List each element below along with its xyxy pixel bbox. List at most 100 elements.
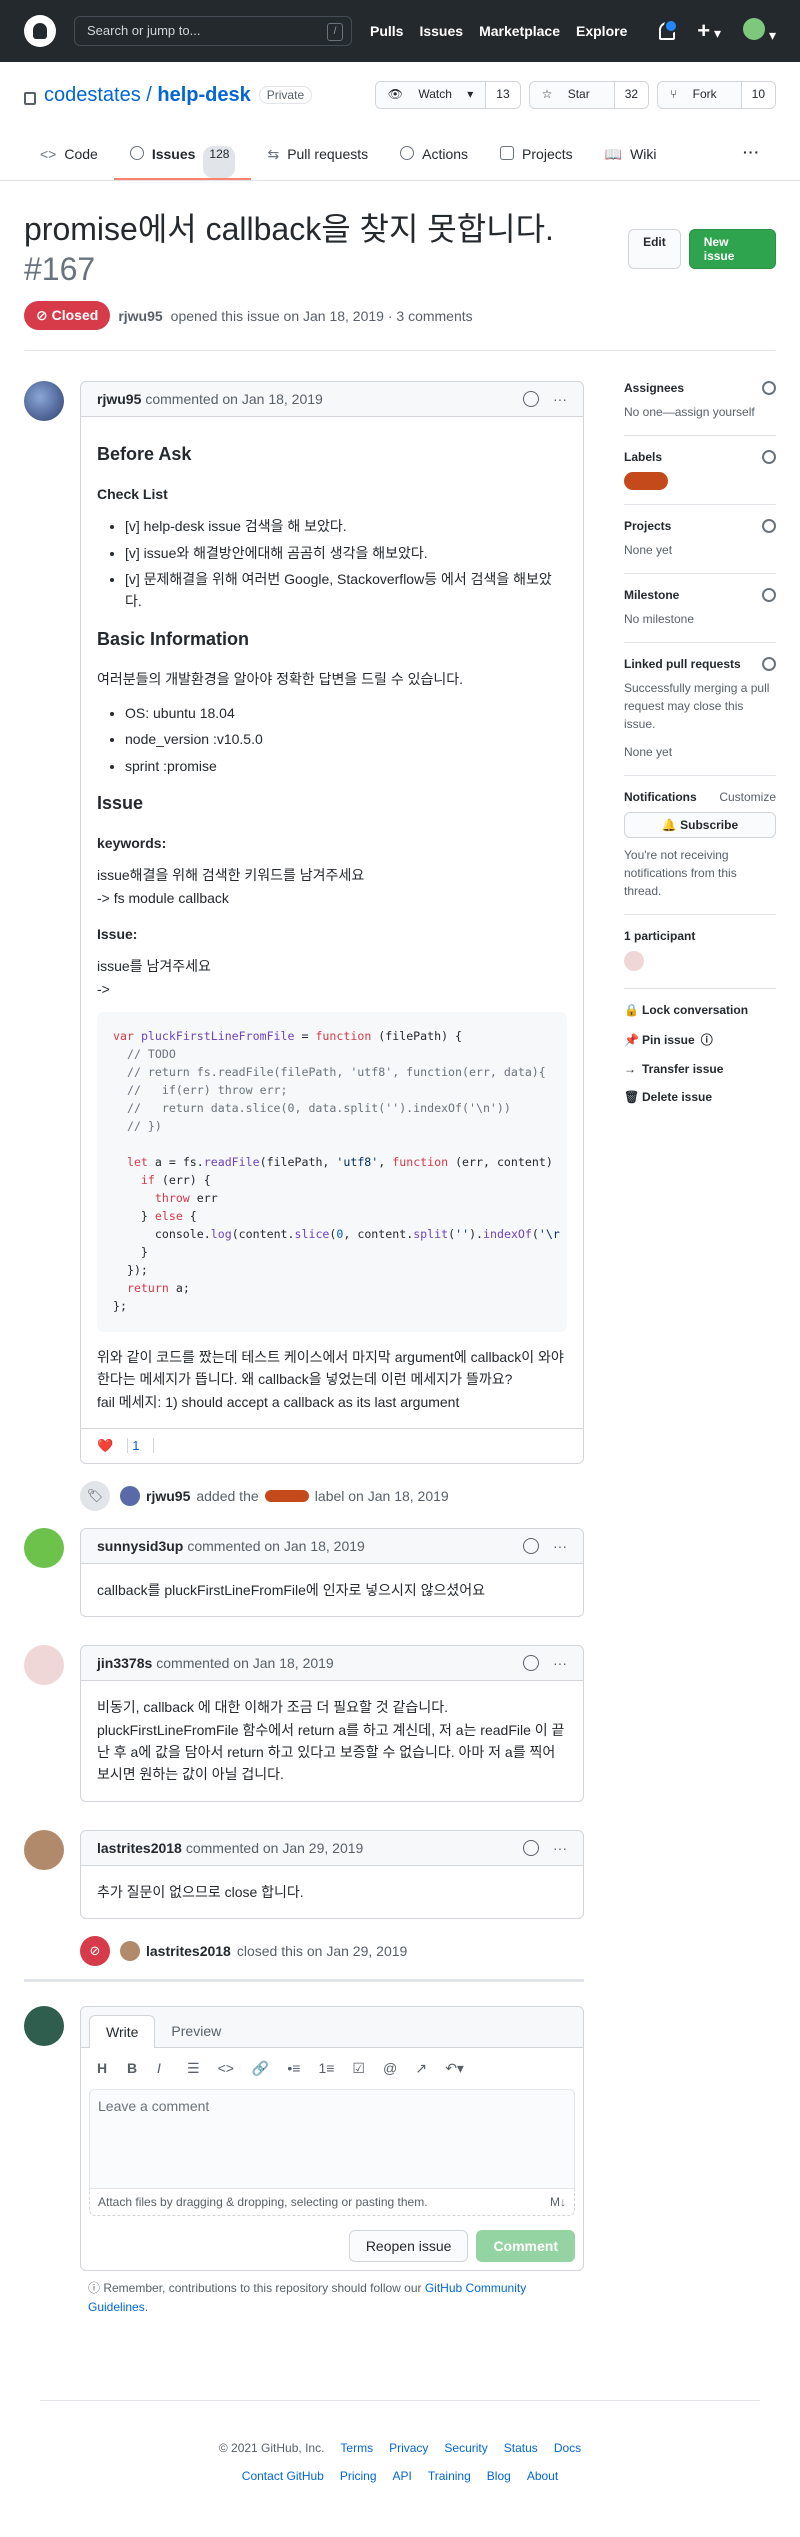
footer-link-contact[interactable]: Contact GitHub xyxy=(242,2469,324,2483)
repo-name-link[interactable]: help-desk xyxy=(157,84,250,106)
heading-icon[interactable]: H xyxy=(97,2060,109,2077)
fork-button[interactable]: ⑂ Fork 10 xyxy=(657,81,776,109)
transfer-issue-action[interactable]: → Transfer issue xyxy=(624,1062,776,1076)
quote-icon[interactable]: ☰ xyxy=(187,2060,200,2077)
star-count[interactable]: 32 xyxy=(613,82,649,108)
subscribe-button[interactable]: 🔔 Subscribe xyxy=(624,812,776,838)
add-reaction-icon[interactable] xyxy=(523,1537,539,1554)
cross-reference-icon[interactable]: ↗ xyxy=(415,2060,427,2077)
kebab-menu-icon[interactable]: ··· xyxy=(553,1538,567,1554)
tab-write[interactable]: Write xyxy=(89,2015,156,2049)
tab-issues[interactable]: Issues 128 xyxy=(113,132,252,180)
footer-link-about[interactable]: About xyxy=(527,2469,558,2483)
comment-author[interactable]: rjwu95 xyxy=(97,391,141,407)
reopen-issue-button[interactable]: Reopen issue xyxy=(348,2230,469,2263)
numbered-list-icon[interactable]: 1≡ xyxy=(318,2060,334,2077)
heading-basic-info: Basic Information xyxy=(97,628,250,649)
user-menu[interactable]: ▾ xyxy=(743,18,776,44)
footer-link-blog[interactable]: Blog xyxy=(487,2469,511,2483)
avatar[interactable] xyxy=(24,2006,64,2047)
caret-icon: ▾ xyxy=(714,25,722,41)
comment-author[interactable]: sunnysid3up xyxy=(97,1538,183,1554)
pin-issue-action[interactable]: 📌 Pin issue ⓘ xyxy=(624,1031,776,1048)
link-icon[interactable]: 🔗 xyxy=(252,2060,269,2077)
lock-conversation-action[interactable]: 🔒 Lock conversation xyxy=(624,1003,776,1017)
more-tabs-button[interactable]: ··· xyxy=(727,132,776,180)
bullet-list-icon[interactable]: •≡ xyxy=(287,2060,300,2077)
gear-icon[interactable] xyxy=(762,381,776,395)
bold-icon[interactable]: B xyxy=(127,2060,139,2077)
saved-replies-icon[interactable]: ↶▾ xyxy=(445,2060,464,2077)
tab-projects[interactable]: Projects xyxy=(484,132,589,180)
create-new-menu[interactable]: + ▾ xyxy=(697,18,721,44)
markdown-icon[interactable]: M↓ xyxy=(550,2195,566,2209)
footer-link-docs[interactable]: Docs xyxy=(554,2441,581,2455)
add-reaction-icon[interactable] xyxy=(523,1655,539,1672)
fork-count[interactable]: 10 xyxy=(740,82,775,108)
state-label: Closed xyxy=(51,307,99,323)
avatar[interactable] xyxy=(24,1527,64,1568)
comment-button[interactable]: Comment xyxy=(476,2230,575,2263)
github-logo-icon[interactable] xyxy=(24,15,56,47)
footer-link-training[interactable]: Training xyxy=(428,2469,471,2483)
watch-button[interactable]: 👁 Watch ▾ 13 xyxy=(374,81,521,109)
watch-count[interactable]: 13 xyxy=(485,82,520,108)
footer-link-status[interactable]: Status xyxy=(504,2441,538,2455)
avatar[interactable] xyxy=(120,1485,140,1506)
nav-explore[interactable]: Explore xyxy=(576,23,627,39)
tab-actions[interactable]: Actions xyxy=(384,132,484,180)
footer-link-api[interactable]: API xyxy=(393,2469,412,2483)
env-item: OS: ubuntu 18.04 xyxy=(125,702,567,724)
kebab-menu-icon[interactable]: ··· xyxy=(553,1840,567,1856)
star-button[interactable]: ☆ Star 32 xyxy=(528,81,650,109)
add-reaction-icon[interactable] xyxy=(523,1839,539,1856)
tab-code[interactable]: <> Code xyxy=(24,132,114,180)
footer-link-security[interactable]: Security xyxy=(444,2441,487,2455)
avatar[interactable] xyxy=(24,1829,64,1870)
avatar[interactable] xyxy=(120,1941,140,1962)
delete-issue-action[interactable]: 🗑 Delete issue xyxy=(624,1090,776,1104)
code-icon[interactable]: <> xyxy=(218,2060,234,2077)
participant-avatar[interactable] xyxy=(624,951,644,971)
footer-link-pricing[interactable]: Pricing xyxy=(340,2469,377,2483)
task-list-icon[interactable]: ☑ xyxy=(352,2060,365,2077)
label-badge[interactable] xyxy=(624,472,668,490)
mention-icon[interactable]: @ xyxy=(383,2060,397,2077)
comment-author[interactable]: lastrites2018 xyxy=(97,1840,182,1856)
search-input[interactable]: Search or jump to... / xyxy=(74,16,352,46)
kebab-menu-icon[interactable]: ··· xyxy=(553,391,567,407)
notification-bell-icon[interactable] xyxy=(659,19,679,40)
gear-icon[interactable] xyxy=(762,657,776,671)
new-issue-button[interactable]: New issue xyxy=(688,229,776,269)
nav-marketplace[interactable]: Marketplace xyxy=(479,23,560,39)
kebab-menu-icon[interactable]: ··· xyxy=(553,1655,567,1671)
heart-reaction[interactable]: ❤️ 1 xyxy=(97,1437,155,1453)
footer-link-privacy[interactable]: Privacy xyxy=(389,2441,428,2455)
label-badge[interactable]: issue xyxy=(264,1489,309,1502)
nav-pulls[interactable]: Pulls xyxy=(370,23,403,39)
add-reaction-icon[interactable] xyxy=(523,391,539,407)
edit-button[interactable]: Edit xyxy=(628,229,681,269)
tab-preview[interactable]: Preview xyxy=(155,2015,237,2047)
assignees-value[interactable]: No one—assign yourself xyxy=(624,403,776,421)
comment-author[interactable]: jin3378s xyxy=(97,1655,152,1671)
repo-owner-link[interactable]: codestates xyxy=(44,84,141,106)
event-author[interactable]: lastrites2018 xyxy=(146,1943,231,1959)
attach-files-area[interactable]: Attach files by dragging & dropping, sel… xyxy=(89,2189,575,2217)
tab-wiki[interactable]: 📖 Wiki xyxy=(589,132,673,180)
nav-issues[interactable]: Issues xyxy=(419,23,463,39)
gear-icon[interactable] xyxy=(762,519,776,533)
customize-link[interactable]: Customize xyxy=(719,790,776,804)
footer-link-terms[interactable]: Terms xyxy=(340,2441,373,2455)
comment-body: Before Ask Check List [v] help-desk issu… xyxy=(81,417,583,1428)
issue-author-link[interactable]: rjwu95 xyxy=(118,308,162,324)
tab-pull-requests[interactable]: ⇆ Pull requests xyxy=(251,132,384,180)
gear-icon[interactable] xyxy=(762,588,776,602)
comment-textarea[interactable]: Leave a comment xyxy=(89,2089,575,2190)
italic-icon[interactable]: I xyxy=(157,2060,169,2077)
event-author[interactable]: rjwu95 xyxy=(146,1488,190,1504)
gear-icon[interactable] xyxy=(762,450,776,464)
avatar[interactable] xyxy=(24,381,64,421)
heading-keywords: keywords: xyxy=(97,834,167,851)
avatar[interactable] xyxy=(24,1645,64,1686)
